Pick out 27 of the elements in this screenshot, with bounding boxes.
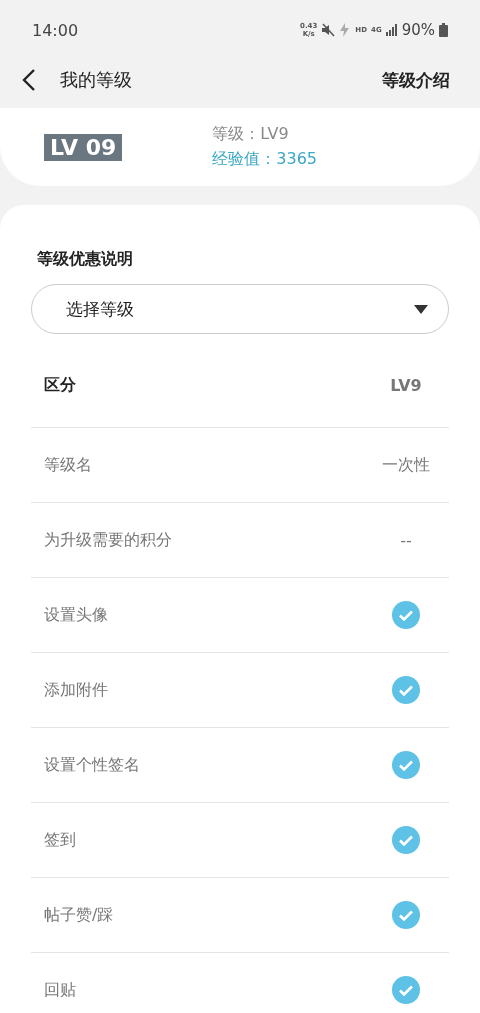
battery-icon: [439, 23, 448, 37]
experience-text: 经验值：3365: [212, 149, 317, 170]
level-dropdown[interactable]: 选择等级: [31, 284, 449, 334]
back-icon[interactable]: [22, 68, 36, 92]
column-header: LV9: [389, 376, 423, 395]
row-label: 帖子赞/踩: [44, 904, 115, 926]
battery-percent: 90%: [401, 21, 435, 39]
row-label: 设置个性签名: [44, 754, 141, 776]
row-label: 回贴: [44, 979, 77, 1001]
row-label: 签到: [44, 829, 77, 851]
row-value: --: [400, 530, 412, 550]
dropdown-caret-icon: [414, 304, 428, 314]
row-label: 为升级需要的积分: [44, 529, 173, 551]
row-label: 添加附件: [44, 679, 109, 701]
column-header: 区分: [44, 375, 77, 396]
status-time: 14:00: [32, 20, 79, 40]
page-title: 我的等级: [60, 68, 133, 92]
level-intro-link[interactable]: 等级介绍: [382, 68, 450, 92]
row-label: 等级名: [44, 454, 93, 476]
level-text: 等级：LV9: [212, 124, 290, 145]
charging-icon: [339, 23, 352, 37]
row-value: 一次性: [382, 454, 430, 476]
section-title: 等级优惠说明: [37, 249, 134, 270]
row-label: 设置头像: [44, 604, 109, 626]
signal-icon: [385, 24, 398, 36]
level-badge: LV 09: [44, 133, 123, 161]
mute-icon: [321, 23, 336, 37]
